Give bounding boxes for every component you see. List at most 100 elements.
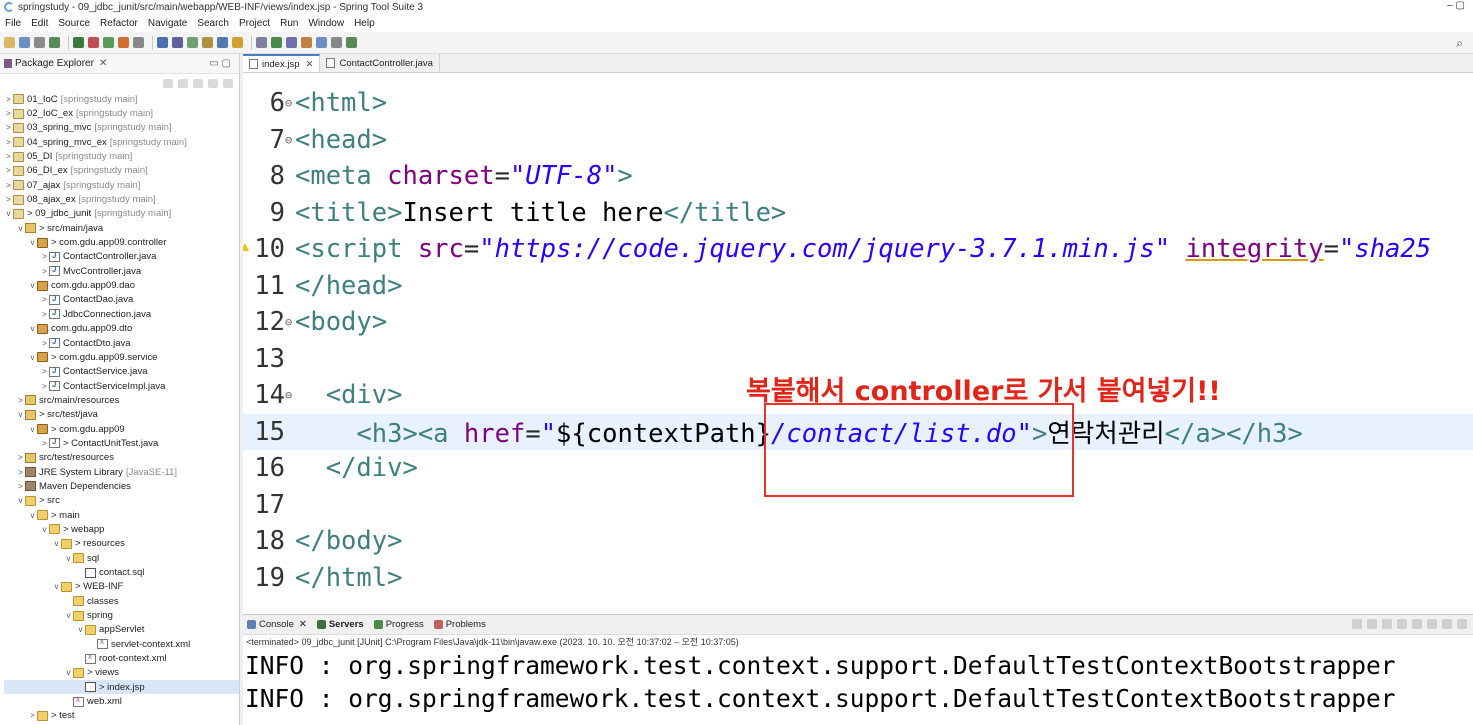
expanded-arrow-icon[interactable]: v bbox=[16, 496, 25, 505]
console-tab[interactable]: Console ✕ bbox=[247, 619, 307, 630]
code-line[interactable]: 9 <title>Insert title here</title> bbox=[243, 195, 1473, 231]
collapsed-arrow-icon[interactable]: > bbox=[4, 123, 13, 132]
console-tab[interactable]: Servers bbox=[316, 619, 364, 630]
tree-item[interactable]: servlet-context.xml bbox=[4, 637, 239, 651]
expanded-arrow-icon[interactable]: v bbox=[28, 324, 37, 333]
toolbar-button-icon[interactable] bbox=[133, 37, 144, 48]
tree-item[interactable]: v > com.gdu.app09 bbox=[4, 422, 239, 436]
menu-item-run[interactable]: Run bbox=[280, 18, 298, 29]
open-console-icon[interactable] bbox=[1457, 619, 1467, 629]
toolbar-button-icon[interactable] bbox=[172, 37, 183, 48]
toolbar-button-icon[interactable] bbox=[271, 37, 282, 48]
code-line[interactable]: 19 </html> bbox=[243, 560, 1473, 596]
collapsed-arrow-icon[interactable]: > bbox=[16, 396, 25, 405]
toolbar-button-icon[interactable] bbox=[256, 37, 267, 48]
collapsed-arrow-icon[interactable]: > bbox=[28, 711, 37, 720]
expanded-arrow-icon[interactable]: v bbox=[64, 611, 73, 620]
tree-item[interactable]: web.xml bbox=[4, 694, 239, 708]
clear-console-icon[interactable] bbox=[1352, 619, 1362, 629]
expanded-arrow-icon[interactable]: v bbox=[16, 410, 25, 419]
toolbar-button-icon[interactable] bbox=[346, 37, 357, 48]
toolbar-button-icon[interactable] bbox=[301, 37, 312, 48]
expanded-arrow-icon[interactable]: v bbox=[28, 511, 37, 520]
collapsed-arrow-icon[interactable]: > bbox=[4, 109, 13, 118]
menu-item-file[interactable]: File bbox=[5, 18, 21, 29]
tree-item[interactable]: v spring bbox=[4, 608, 239, 622]
collapsed-arrow-icon[interactable]: > bbox=[40, 310, 49, 319]
menu-item-navigate[interactable]: Navigate bbox=[148, 18, 187, 29]
tree-item[interactable]: > JRE System Library [JavaSE-11] bbox=[4, 465, 239, 479]
tree-item[interactable]: contact.sql bbox=[4, 565, 239, 579]
tree-item[interactable]: >01_IoC [springstudy main] bbox=[4, 92, 239, 106]
tree-item[interactable]: v com.gdu.app09.dto bbox=[4, 322, 239, 336]
code-editor[interactable]: 19 </html> 18 </body> 17 16 </div> 15 <h3><a h… bbox=[243, 73, 1473, 595]
tree-item[interactable]: > ContactServiceImpl.java bbox=[4, 379, 239, 393]
word-wrap-icon[interactable] bbox=[1412, 619, 1422, 629]
tree-item[interactable]: > > test bbox=[4, 709, 239, 723]
fold-icon[interactable]: ⊖ bbox=[285, 315, 295, 329]
tree-item[interactable]: > ContactDao.java bbox=[4, 293, 239, 307]
tree-item[interactable]: > src/test/resources bbox=[4, 451, 239, 465]
collapsed-arrow-icon[interactable]: > bbox=[40, 439, 49, 448]
tree-item[interactable]: > index.jsp bbox=[4, 680, 239, 695]
toolbar-button-icon[interactable] bbox=[88, 37, 99, 48]
expanded-arrow-icon[interactable]: v bbox=[28, 238, 37, 247]
collapsed-arrow-icon[interactable]: > bbox=[40, 382, 49, 391]
tree-item[interactable]: >05_DI [springstudy main] bbox=[4, 149, 239, 163]
expanded-arrow-icon[interactable]: v bbox=[40, 525, 49, 534]
display-console-icon[interactable] bbox=[1442, 619, 1452, 629]
code-line[interactable]: 10 <script src="https://code.jquery.com/j… bbox=[243, 231, 1473, 267]
menu-item-window[interactable]: Window bbox=[308, 18, 344, 29]
tree-item[interactable]: > ContactDto.java bbox=[4, 336, 239, 350]
tree-item[interactable]: >02_IoC_ex [springstudy main] bbox=[4, 106, 239, 120]
toolbar-button-icon[interactable] bbox=[73, 37, 84, 48]
pin-console-icon[interactable] bbox=[1427, 619, 1437, 629]
tree-item[interactable]: >03_spring_mvc [springstudy main] bbox=[4, 121, 239, 135]
code-line[interactable]: 12 ⊖ <body> bbox=[243, 304, 1473, 340]
collapsed-arrow-icon[interactable]: > bbox=[4, 152, 13, 161]
tree-item[interactable]: >07_ajax [springstudy main] bbox=[4, 178, 239, 192]
close-icon[interactable]: ✕ bbox=[299, 619, 307, 630]
tree-item[interactable]: >04_spring_mvc_ex [springstudy main] bbox=[4, 135, 239, 149]
expanded-arrow-icon[interactable]: v bbox=[64, 668, 73, 677]
menu-item-project[interactable]: Project bbox=[239, 18, 270, 29]
tree-item[interactable]: v > webapp bbox=[4, 522, 239, 536]
expanded-arrow-icon[interactable]: v bbox=[28, 281, 37, 290]
tree-item[interactable]: > ContactService.java bbox=[4, 365, 239, 379]
collapsed-arrow-icon[interactable]: > bbox=[4, 138, 13, 147]
toolbar-button-icon[interactable] bbox=[19, 37, 30, 48]
console-tab[interactable]: Progress bbox=[373, 619, 424, 630]
collapsed-arrow-icon[interactable]: > bbox=[16, 453, 25, 462]
tree-item[interactable]: v appServlet bbox=[4, 623, 239, 637]
close-icon[interactable]: ✕ bbox=[306, 59, 314, 70]
tree-item[interactable]: v > resources bbox=[4, 537, 239, 551]
expanded-arrow-icon[interactable]: v bbox=[4, 209, 13, 218]
toolbar-button-icon[interactable] bbox=[34, 37, 45, 48]
collapsed-arrow-icon[interactable]: > bbox=[40, 367, 49, 376]
toolbar-button-icon[interactable] bbox=[49, 37, 60, 48]
editor-tab[interactable]: index.jsp ✕ bbox=[243, 54, 321, 72]
search-icon[interactable]: ⌕ bbox=[1456, 36, 1463, 51]
tree-item[interactable]: classes bbox=[4, 594, 239, 608]
window-controls[interactable]: – ▢ bbox=[1447, 0, 1465, 11]
menu-item-help[interactable]: Help bbox=[354, 18, 375, 29]
link-editor-icon[interactable] bbox=[208, 78, 218, 88]
editor-tab[interactable]: ContactController.java bbox=[320, 54, 440, 72]
collapsed-arrow-icon[interactable]: > bbox=[40, 267, 49, 276]
tree-item[interactable]: v > src/main/java bbox=[4, 221, 239, 235]
collapsed-arrow-icon[interactable]: > bbox=[40, 252, 49, 261]
collapsed-arrow-icon[interactable]: > bbox=[4, 166, 13, 175]
collapsed-arrow-icon[interactable]: > bbox=[4, 95, 13, 104]
tree-item[interactable]: > ContactController.java bbox=[4, 250, 239, 264]
toolbar-button-icon[interactable] bbox=[4, 37, 15, 48]
code-line[interactable]: 6 ⊖ <html> bbox=[243, 85, 1473, 121]
toolbar-button-icon[interactable] bbox=[232, 37, 243, 48]
toolbar-button-icon[interactable] bbox=[157, 37, 168, 48]
fold-icon[interactable]: ⊖ bbox=[285, 133, 295, 147]
toolbar-button-icon[interactable] bbox=[217, 37, 228, 48]
remove-launch-icon[interactable] bbox=[1367, 619, 1377, 629]
code-line[interactable]: 7 ⊖ <head> bbox=[243, 122, 1473, 158]
back-icon[interactable] bbox=[163, 78, 173, 88]
code-line[interactable]: 11 </head> bbox=[243, 268, 1473, 304]
collapsed-arrow-icon[interactable]: > bbox=[16, 482, 25, 491]
